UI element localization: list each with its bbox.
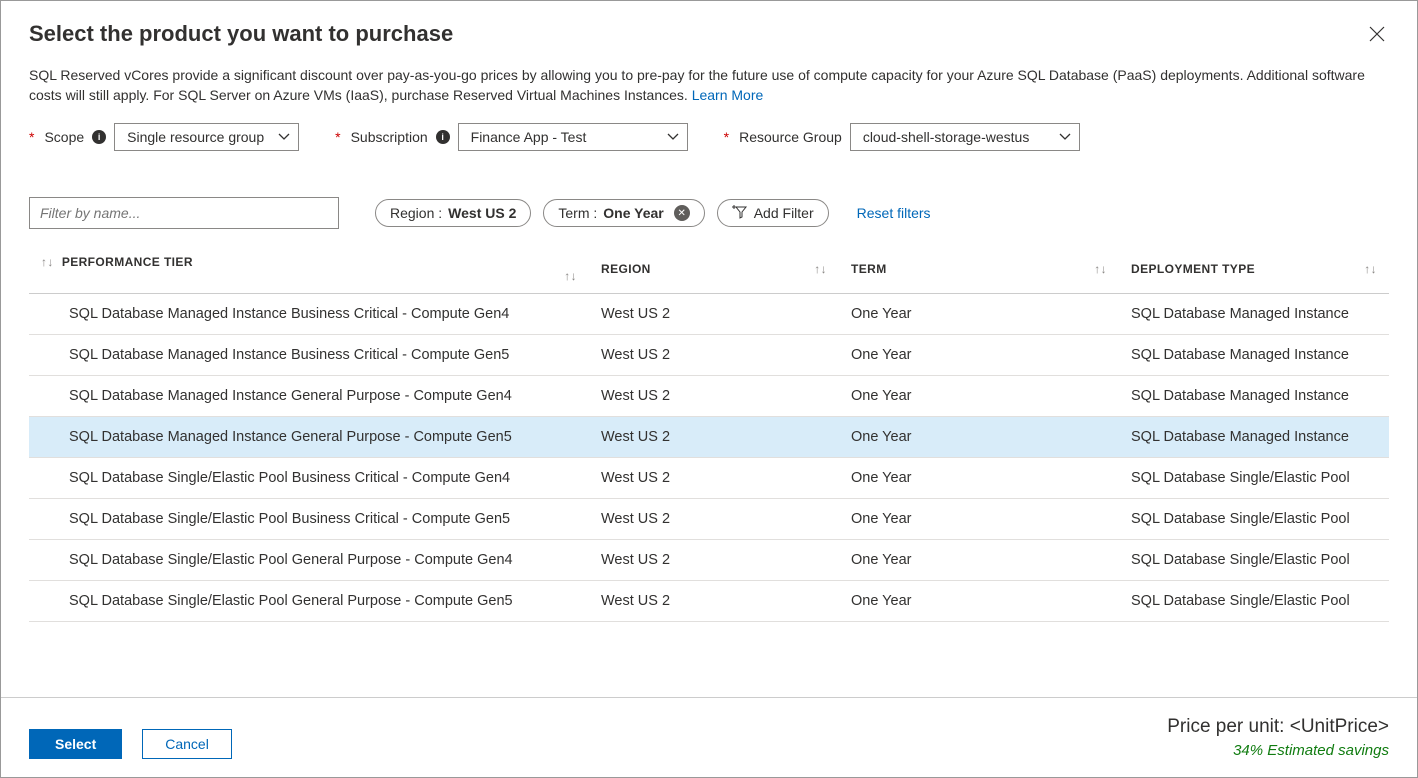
column-header-tier[interactable]: ↑↓Performance Tier↑↓ [29, 245, 589, 294]
cell-tier: SQL Database Single/Elastic Pool Busines… [29, 499, 589, 540]
cell-tier: SQL Database Managed Instance General Pu… [29, 417, 589, 458]
chevron-down-icon [1059, 133, 1071, 141]
table-row[interactable]: SQL Database Managed Instance General Pu… [29, 417, 1389, 458]
cell-deployment: SQL Database Managed Instance [1119, 417, 1389, 458]
chevron-down-icon [667, 133, 679, 141]
cell-tier: SQL Database Single/Elastic Pool General… [29, 540, 589, 581]
cell-deployment: SQL Database Managed Instance [1119, 335, 1389, 376]
filter-name-input[interactable] [29, 197, 339, 229]
filter-row: Region : West US 2 Term : One Year ✕ Add… [29, 197, 1389, 229]
subscription-label: Subscription [351, 129, 428, 145]
table-row[interactable]: SQL Database Managed Instance Business C… [29, 294, 1389, 335]
panel-title: Select the product you want to purchase [29, 21, 453, 47]
table-row[interactable]: SQL Database Single/Elastic Pool Busines… [29, 458, 1389, 499]
sort-icon: ↑↓ [41, 255, 54, 269]
info-icon[interactable]: i [92, 130, 106, 144]
cell-term: One Year [839, 335, 1119, 376]
cell-region: West US 2 [589, 294, 839, 335]
required-marker: * [724, 129, 729, 145]
resource-group-label: Resource Group [739, 129, 842, 145]
sort-icon: ↑↓ [1364, 262, 1377, 276]
cell-term: One Year [839, 294, 1119, 335]
cell-region: West US 2 [589, 335, 839, 376]
cell-term: One Year [839, 581, 1119, 622]
panel-description: SQL Reserved vCores provide a significan… [29, 66, 1379, 105]
cell-region: West US 2 [589, 376, 839, 417]
info-icon[interactable]: i [436, 130, 450, 144]
column-header-deployment[interactable]: Deployment Type↑↓ [1119, 245, 1389, 294]
column-header-region[interactable]: Region↑↓ [589, 245, 839, 294]
select-button[interactable]: Select [29, 729, 122, 759]
remove-filter-icon[interactable]: ✕ [674, 205, 690, 221]
required-marker: * [29, 129, 34, 145]
close-button[interactable] [1365, 21, 1389, 52]
chevron-down-icon [278, 133, 290, 141]
cell-term: One Year [839, 540, 1119, 581]
table-row[interactable]: SQL Database Managed Instance Business C… [29, 335, 1389, 376]
cell-tier: SQL Database Single/Elastic Pool Busines… [29, 458, 589, 499]
subscription-select[interactable]: Finance App - Test [458, 123, 688, 151]
cell-term: One Year [839, 417, 1119, 458]
cell-deployment: SQL Database Single/Elastic Pool [1119, 499, 1389, 540]
column-header-term[interactable]: Term↑↓ [839, 245, 1119, 294]
sort-icon: ↑↓ [1094, 262, 1107, 276]
add-filter-icon [732, 205, 748, 221]
close-icon [1369, 26, 1385, 42]
required-marker: * [335, 129, 340, 145]
form-row: * Scope i Single resource group * Subscr… [29, 123, 1389, 151]
cell-deployment: SQL Database Single/Elastic Pool [1119, 540, 1389, 581]
reset-filters-link[interactable]: Reset filters [857, 205, 931, 221]
cell-tier: SQL Database Managed Instance Business C… [29, 335, 589, 376]
sort-icon: ↑↓ [814, 262, 827, 276]
term-filter-pill[interactable]: Term : One Year ✕ [543, 199, 704, 227]
cell-region: West US 2 [589, 417, 839, 458]
learn-more-link[interactable]: Learn More [692, 87, 764, 103]
table-row[interactable]: SQL Database Managed Instance General Pu… [29, 376, 1389, 417]
cell-region: West US 2 [589, 499, 839, 540]
sort-icon: ↑↓ [564, 269, 577, 283]
products-table: ↑↓Performance Tier↑↓ Region↑↓ Term↑↓ Dep… [29, 245, 1389, 622]
price-per-unit: Price per unit: <UnitPrice> [1167, 716, 1389, 738]
table-row[interactable]: SQL Database Single/Elastic Pool General… [29, 540, 1389, 581]
add-filter-button[interactable]: Add Filter [717, 199, 829, 227]
cell-term: One Year [839, 376, 1119, 417]
cell-deployment: SQL Database Single/Elastic Pool [1119, 581, 1389, 622]
scope-label: Scope [44, 129, 84, 145]
cell-region: West US 2 [589, 458, 839, 499]
cell-tier: SQL Database Managed Instance Business C… [29, 294, 589, 335]
cell-tier: SQL Database Managed Instance General Pu… [29, 376, 589, 417]
cell-region: West US 2 [589, 540, 839, 581]
region-filter-pill[interactable]: Region : West US 2 [375, 199, 531, 227]
cell-term: One Year [839, 458, 1119, 499]
cell-deployment: SQL Database Managed Instance [1119, 376, 1389, 417]
resource-group-select[interactable]: cloud-shell-storage-westus [850, 123, 1080, 151]
cell-term: One Year [839, 499, 1119, 540]
estimated-savings: 34% Estimated savings [1167, 742, 1389, 759]
cell-deployment: SQL Database Managed Instance [1119, 294, 1389, 335]
panel-footer: Select Cancel Price per unit: <UnitPrice… [1, 697, 1417, 777]
table-row[interactable]: SQL Database Single/Elastic Pool General… [29, 581, 1389, 622]
cell-deployment: SQL Database Single/Elastic Pool [1119, 458, 1389, 499]
cell-tier: SQL Database Single/Elastic Pool General… [29, 581, 589, 622]
scope-select[interactable]: Single resource group [114, 123, 299, 151]
cell-region: West US 2 [589, 581, 839, 622]
cancel-button[interactable]: Cancel [142, 729, 232, 759]
table-row[interactable]: SQL Database Single/Elastic Pool Busines… [29, 499, 1389, 540]
product-selection-panel: Select the product you want to purchase … [0, 0, 1418, 778]
